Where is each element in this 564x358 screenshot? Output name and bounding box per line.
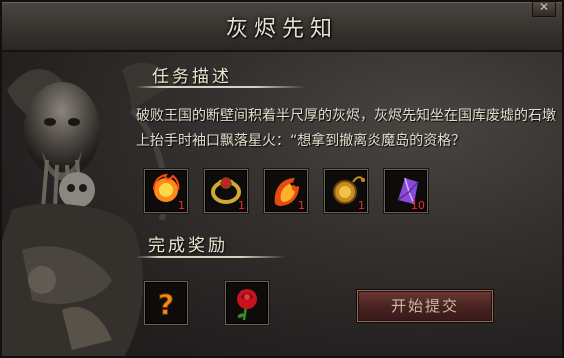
red-rose-icon — [237, 289, 257, 321]
reward-heading-underline — [136, 256, 286, 258]
task-heading-underline — [136, 86, 306, 88]
question-mark-icon: ? — [157, 288, 174, 322]
required-item-fire-orb[interactable]: 1 — [144, 169, 188, 213]
item-quantity: 1 — [298, 199, 305, 212]
reward-item-mystery[interactable]: ? — [144, 281, 188, 325]
item-quantity: 1 — [238, 199, 245, 212]
task-description-text: 破败王国的断壁间积着半尺厚的灰烬，灰烬先知坐在国库废墟的石墩上抬手时袖口飘落星火… — [136, 108, 556, 149]
required-item-dragon-ring[interactable]: 1 — [204, 169, 248, 213]
close-button[interactable]: ✕ — [532, 2, 556, 17]
required-item-fire-dragon[interactable]: 1 — [264, 169, 308, 213]
svg-text:?: ? — [158, 288, 174, 321]
task-description-heading: 任务描述 — [152, 67, 232, 87]
quest-panel: 灰烬先知 ✕ 任务描述 破败王国的断壁间积着半尺厚的灰烬，灰烬先知坐在国库废墟的… — [0, 0, 564, 358]
required-item-golden-pocket-watch[interactable]: 1 — [324, 169, 368, 213]
window-title: 灰烬先知 — [225, 17, 338, 42]
title-bar: 灰烬先知 ✕ — [2, 2, 562, 52]
reward-heading: 完成奖励 — [148, 236, 228, 256]
reward-item-rose[interactable] — [225, 281, 269, 325]
required-item-purple-crystal[interactable]: 10 — [384, 169, 428, 213]
item-quantity: 10 — [411, 199, 425, 212]
start-submit-button[interactable]: 开始提交 — [357, 290, 493, 322]
item-quantity: 1 — [178, 199, 185, 212]
item-quantity: 1 — [358, 199, 365, 212]
